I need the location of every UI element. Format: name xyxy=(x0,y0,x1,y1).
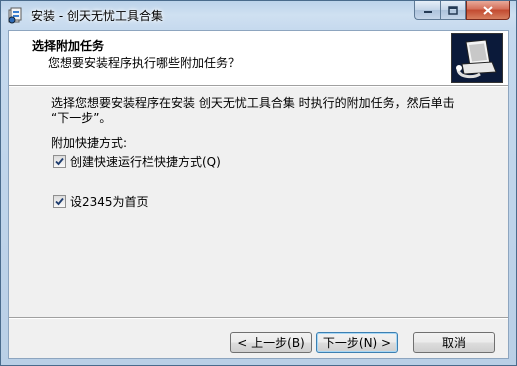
minimize-button[interactable] xyxy=(414,1,440,20)
wizard-client-area: 选择附加任务 您想要安装程序执行哪些附加任务？ 选择您想要安装程序在安装 创天无… xyxy=(8,30,509,359)
task-description: 选择您想要安装程序在安装 创天无忧工具合集 时执行的附加任务，然后单击 “下一步… xyxy=(51,96,471,126)
shortcut-group-label: 附加快捷方式: xyxy=(51,136,128,150)
window-title: 安装 - 创天无忧工具合集 xyxy=(31,9,163,23)
checkmark-icon xyxy=(55,197,64,206)
page-title: 选择附加任务 xyxy=(32,39,105,53)
title-bar[interactable]: 安装 - 创天无忧工具合集 xyxy=(1,1,516,30)
description-line-2: “下一步”。 xyxy=(51,111,112,125)
close-icon xyxy=(483,5,493,15)
next-button[interactable]: 下一步(N) > xyxy=(316,332,398,353)
checkmark-icon xyxy=(55,157,64,166)
footer-divider xyxy=(9,317,508,319)
installer-computer-icon xyxy=(451,33,503,83)
cancel-button[interactable]: 取消 xyxy=(413,332,495,353)
installer-window: 安装 - 创天无忧工具合集 选择附加任务 您想要安装程序执行哪些附加任务？ 选择… xyxy=(0,0,517,366)
minimize-icon xyxy=(423,11,432,13)
quicklaunch-label: 创建快速运行栏快捷方式(Q) xyxy=(70,155,221,169)
maximize-button[interactable] xyxy=(440,1,466,20)
close-button[interactable] xyxy=(466,1,510,20)
task-quicklaunch-shortcut[interactable]: 创建快速运行栏快捷方式(Q) xyxy=(53,153,221,170)
homepage-label: 设2345为首页 xyxy=(70,195,149,209)
page-subtitle: 您想要安装程序执行哪些附加任务？ xyxy=(48,56,241,70)
quicklaunch-checkbox[interactable] xyxy=(53,155,66,168)
task-set-homepage[interactable]: 设2345为首页 xyxy=(53,193,149,210)
description-line-1: 选择您想要安装程序在安装 创天无忧工具合集 时执行的附加任务，然后单击 xyxy=(51,96,455,110)
caption-buttons xyxy=(414,1,510,21)
wizard-header: 选择附加任务 您想要安装程序执行哪些附加任务？ xyxy=(9,31,508,86)
installer-app-icon xyxy=(8,7,24,24)
homepage-checkbox[interactable] xyxy=(53,195,66,208)
maximize-icon xyxy=(448,5,458,15)
back-button[interactable]: < 上一步(B) xyxy=(230,332,312,353)
